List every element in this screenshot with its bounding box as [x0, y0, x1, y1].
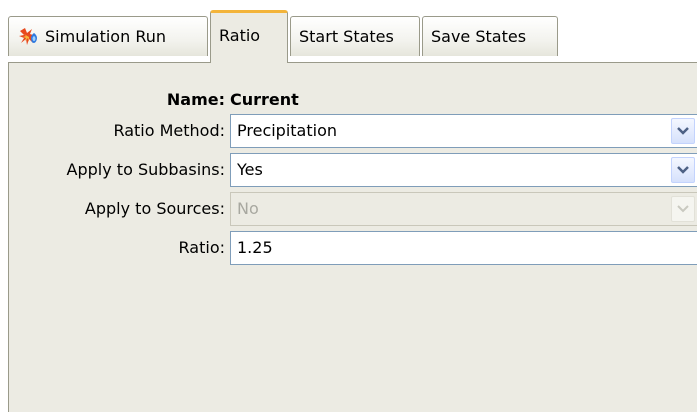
ratio-method-value: Precipitation [237, 121, 338, 140]
apply-sources-value: No [237, 199, 259, 218]
name-value: Current [230, 90, 299, 109]
apply-sources-dropdown-button [671, 196, 695, 222]
name-label: Name: [166, 90, 225, 109]
tab-label: Save States [431, 27, 527, 46]
ratio-method-dropdown-button[interactable] [671, 118, 695, 144]
ratio-input[interactable]: 1.25 [230, 231, 697, 265]
chevron-down-icon [677, 166, 689, 174]
simulation-run-icon [17, 26, 39, 48]
tab-strip: Simulation Run Ratio Start States Save S… [0, 0, 697, 63]
apply-subbasins-label: Apply to Subbasins: [66, 160, 225, 179]
ratio-panel: Name: Current Ratio Method: Precipitatio… [8, 62, 697, 412]
ratio-label: Ratio: [178, 238, 225, 257]
ratio-row: Ratio: 1.25 [9, 231, 697, 265]
tab-label: Simulation Run [45, 27, 166, 46]
tab-label: Start States [299, 27, 394, 46]
ratio-method-select[interactable]: Precipitation [230, 114, 697, 148]
tab-simulation-run[interactable]: Simulation Run [8, 16, 208, 56]
apply-sources-select: No [230, 192, 697, 226]
ratio-value: 1.25 [237, 238, 273, 257]
apply-subbasins-row: Apply to Subbasins: Yes [9, 153, 697, 187]
name-row: Name: Current [9, 83, 697, 117]
tab-label: Ratio [219, 25, 261, 45]
chevron-down-icon [677, 205, 689, 213]
apply-sources-label: Apply to Sources: [84, 199, 225, 218]
apply-subbasins-value: Yes [237, 160, 263, 179]
tab-ratio[interactable]: Ratio [210, 10, 288, 63]
tab-save-states[interactable]: Save States [422, 16, 558, 56]
tab-start-states[interactable]: Start States [290, 16, 420, 56]
apply-subbasins-select[interactable]: Yes [230, 153, 697, 187]
chevron-down-icon [677, 127, 689, 135]
apply-subbasins-dropdown-button[interactable] [671, 157, 695, 183]
ratio-method-label: Ratio Method: [113, 121, 225, 140]
apply-sources-row: Apply to Sources: No [9, 192, 697, 226]
ratio-method-row: Ratio Method: Precipitation [9, 114, 697, 148]
